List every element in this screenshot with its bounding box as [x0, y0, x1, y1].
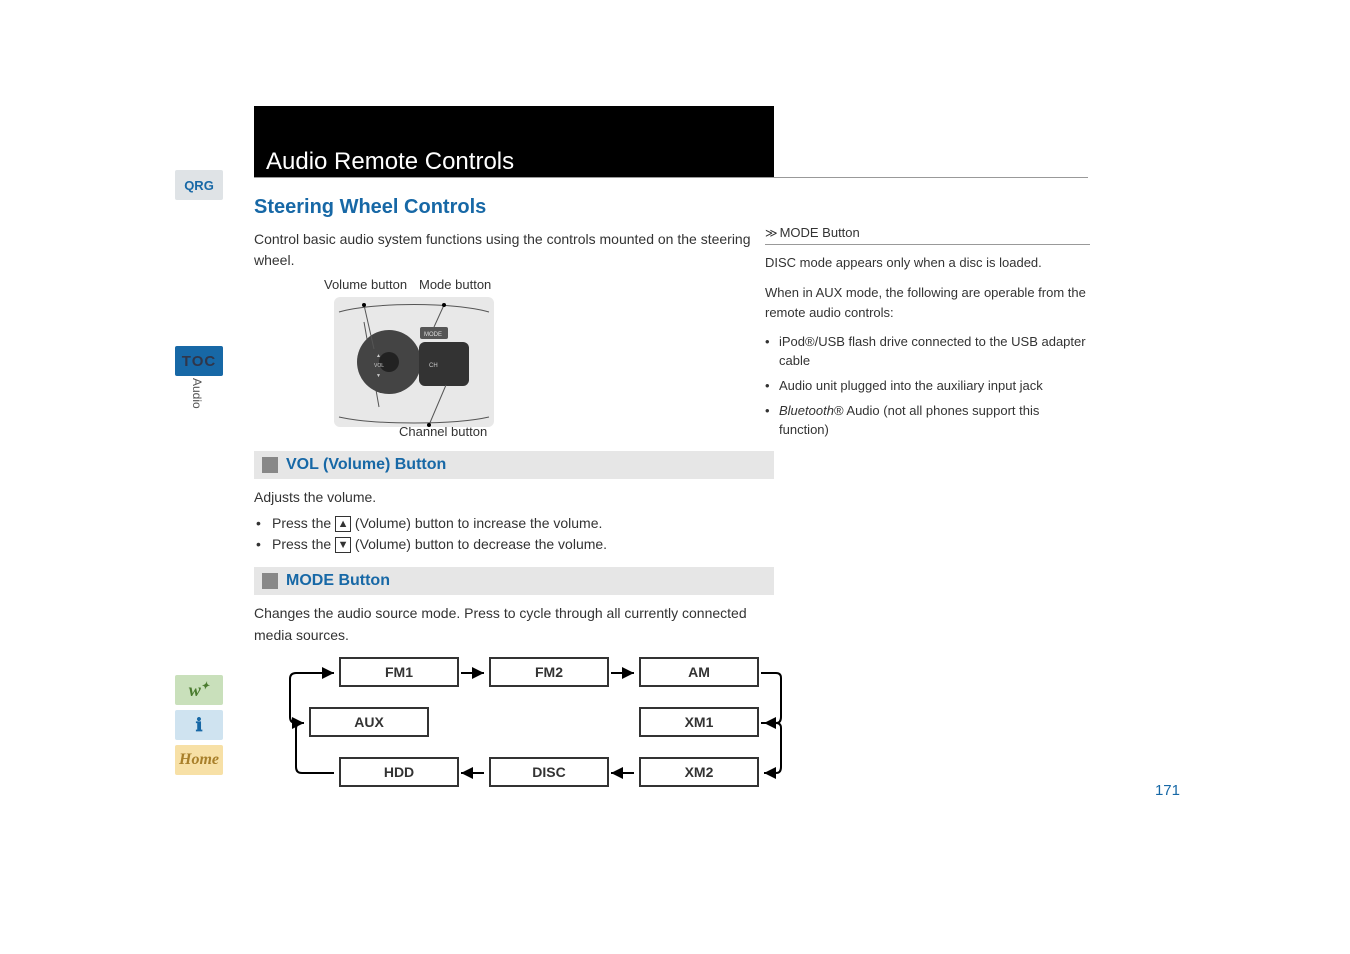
- vol-bullets: Press the ▲ (Volume) button to increase …: [254, 515, 774, 554]
- up-arrow-icon: ▲: [335, 516, 351, 532]
- right-bullet: Bluetooth® Audio (not all phones support…: [765, 402, 1090, 440]
- svg-text:VOL: VOL: [374, 363, 384, 369]
- section-heading: Steering Wheel Controls: [254, 196, 774, 219]
- info-icon: ℹ︎: [196, 715, 203, 736]
- svg-text:▲: ▲: [376, 353, 381, 359]
- right-para-2: When in AUX mode, the following are oper…: [765, 283, 1090, 323]
- main-column: Steering Wheel Controls Control basic au…: [254, 110, 774, 807]
- subheading-marker-icon: [262, 573, 278, 589]
- down-arrow-icon: ▼: [335, 537, 351, 553]
- right-body: DISC mode appears only when a disc is lo…: [765, 253, 1090, 440]
- subheading-marker-icon: [262, 457, 278, 473]
- section-tab-audio: Audio: [190, 378, 204, 409]
- steering-controls-diagram: Volume button Mode button Channel button…: [284, 279, 774, 439]
- info-button[interactable]: ℹ︎: [175, 710, 223, 740]
- bullet-text: (Volume) button to increase the volume.: [351, 515, 602, 531]
- bullet-text: (Volume) button to decrease the volume.: [351, 536, 607, 552]
- toc-button[interactable]: TOC: [175, 346, 223, 376]
- svg-text:MODE: MODE: [424, 332, 442, 338]
- bullet-text: Press the: [272, 536, 335, 552]
- right-bullet: Audio unit plugged into the auxiliary in…: [765, 377, 1090, 396]
- right-title: MODE Button: [780, 225, 860, 240]
- right-title-row: ≫ MODE Button: [765, 225, 1090, 245]
- vol-bullet-up: Press the ▲ (Volume) button to increase …: [254, 515, 774, 532]
- steering-panel-illustration: MODE ▲ VOL ▼ CH: [334, 297, 494, 427]
- voice-icon: w✦: [189, 680, 209, 701]
- home-icon: Home: [179, 751, 219, 769]
- subheading-row-mode: MODE Button: [254, 567, 774, 595]
- vol-bullet-down: Press the ▼ (Volume) button to decrease …: [254, 536, 774, 553]
- double-chevron-icon: ≫: [765, 226, 774, 240]
- subheading-vol: VOL (Volume) Button: [286, 456, 446, 474]
- diagram-label-mode: Mode button: [419, 277, 491, 292]
- qrg-button[interactable]: QRG: [175, 170, 223, 200]
- mode-flow-diagram: FM1 FM2 AM XM1 XM2 DISC HDD AUX: [284, 657, 774, 807]
- vol-body: Adjusts the volume.: [254, 487, 774, 509]
- svg-text:CH: CH: [429, 363, 438, 369]
- right-bullet: iPod®/USB flash drive connected to the U…: [765, 333, 1090, 371]
- bullet-text: Press the: [272, 515, 335, 531]
- flow-arrows: [284, 657, 794, 797]
- intro-text: Control basic audio system functions usi…: [254, 229, 774, 271]
- subheading-mode: MODE Button: [286, 572, 390, 590]
- right-bullets: iPod®/USB flash drive connected to the U…: [765, 333, 1090, 439]
- page-number: 171: [1155, 782, 1180, 799]
- mode-body: Changes the audio source mode. Press to …: [254, 603, 774, 646]
- diagram-label-volume: Volume button: [324, 277, 407, 292]
- right-column: ≫ MODE Button DISC mode appears only whe…: [765, 225, 1090, 446]
- voice-button[interactable]: w✦: [175, 675, 223, 705]
- svg-text:▼: ▼: [376, 373, 381, 379]
- subheading-row-vol: VOL (Volume) Button: [254, 451, 774, 479]
- right-para-1: DISC mode appears only when a disc is lo…: [765, 253, 1090, 273]
- home-button[interactable]: Home: [175, 745, 223, 775]
